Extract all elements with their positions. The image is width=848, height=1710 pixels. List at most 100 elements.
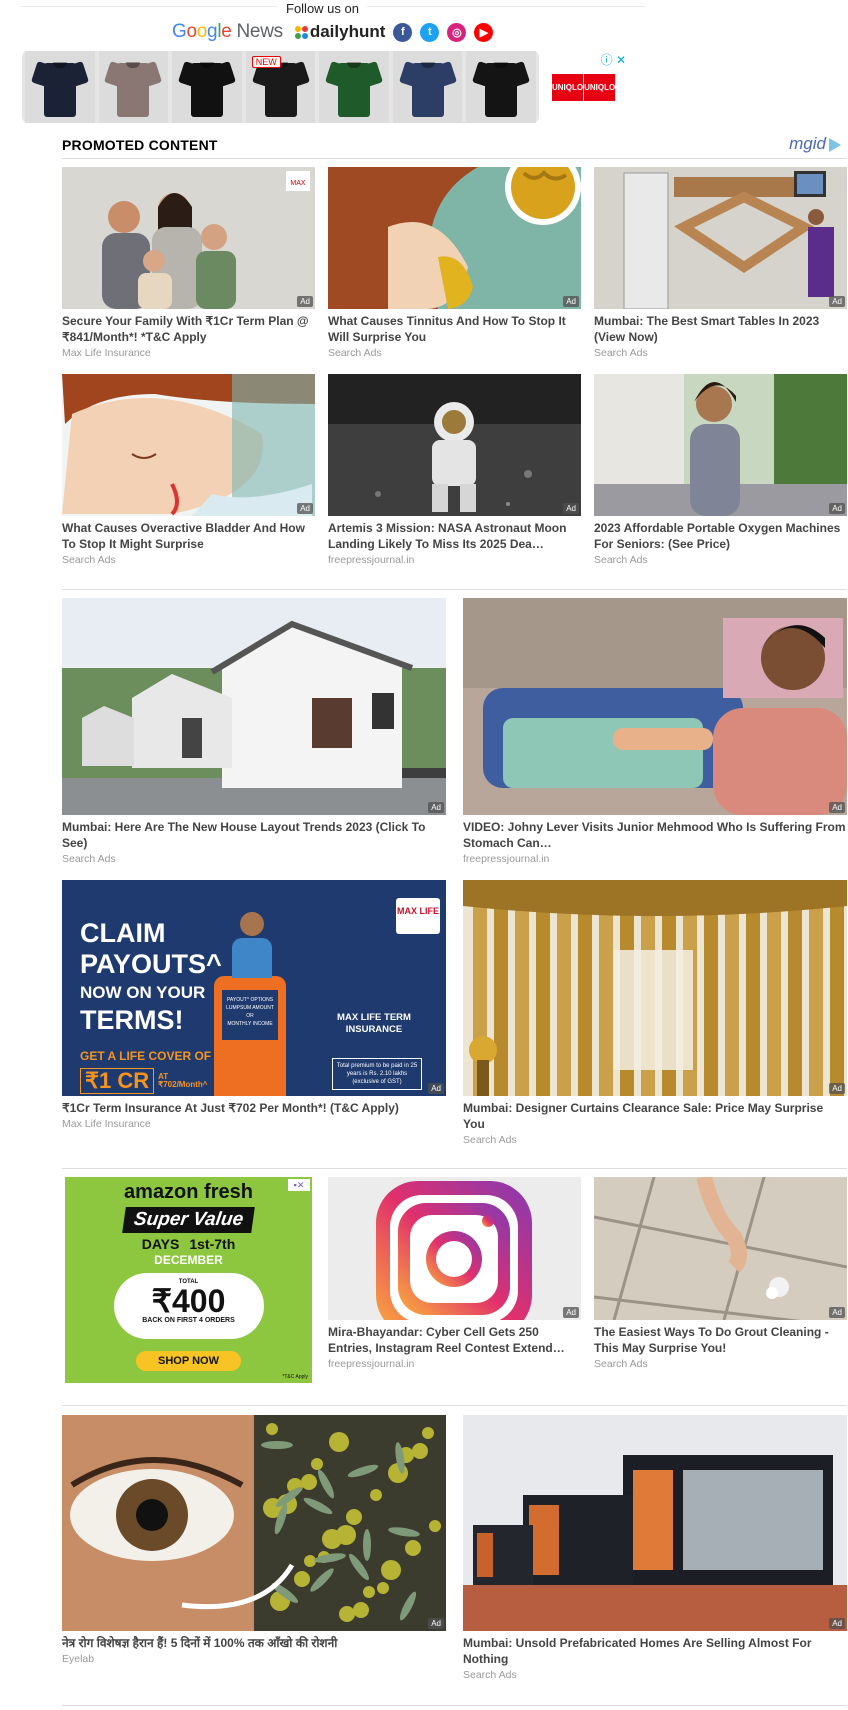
- mgid-logo[interactable]: mgid: [789, 134, 841, 154]
- promoted-card-image[interactable]: Ad: [328, 374, 581, 516]
- promoted-card-source: freepressjournal.in: [328, 554, 415, 566]
- promoted-card-source: Max Life Insurance: [62, 347, 151, 359]
- promoted-card-title[interactable]: The Easiest Ways To Do Grout Cleaning - …: [594, 1324, 847, 1356]
- promoted-card-title[interactable]: ₹1Cr Term Insurance At Just ₹702 Per Mon…: [62, 1100, 446, 1116]
- promoted-card-title[interactable]: Mumbai: The Best Smart Tables In 2023 (V…: [594, 313, 847, 345]
- promoted-card-source: Max Life Insurance: [62, 1118, 151, 1130]
- promoted-card-image[interactable]: Ad: [62, 374, 315, 516]
- twitter-icon[interactable]: t: [420, 22, 440, 42]
- banner-shirt-image[interactable]: [25, 51, 95, 123]
- amazon-brand: amazon fresh: [124, 1181, 253, 1203]
- banner-products: NEW: [22, 51, 539, 123]
- uniqlo-banner-ad[interactable]: NEW ⓘ ✕ UNI QLO UNI QLO: [22, 51, 626, 123]
- amazon-headline: Super Value: [122, 1207, 255, 1233]
- banner-shirt-image[interactable]: [392, 51, 463, 123]
- google-news-link[interactable]: Google News: [172, 21, 283, 43]
- follow-links: Google News dailyhunt f t ◎ ▶: [172, 20, 494, 44]
- promoted-card-source: Eyelab: [62, 1653, 95, 1665]
- promoted-card-image[interactable]: Ad: [463, 598, 847, 815]
- promoted-card-title[interactable]: Mira-Bhayandar: Cyber Cell Gets 250 Entr…: [328, 1324, 581, 1356]
- promoted-card-image[interactable]: Ad: [594, 1177, 847, 1320]
- amazon-month: DECEMBER: [154, 1253, 223, 1267]
- claim-product: MAX LIFE TERM INSURANCE: [337, 1012, 411, 1035]
- promoted-card[interactable]: Ad Mumbai: The Best Smart Tables In 2023 …: [594, 167, 847, 359]
- amazon-fresh-creative: amazon fresh Super Value DAYS 1st-7th DE…: [65, 1177, 312, 1383]
- promoted-card[interactable]: Ad What Causes Overactive Bladder And How…: [62, 374, 315, 566]
- banner-shirt-image[interactable]: [172, 51, 242, 123]
- ad-badge: Ad: [428, 1618, 444, 1629]
- ad-badge: Ad: [428, 1083, 444, 1094]
- promoted-card-image[interactable]: CLAIM PAYOUTS^ NOW ON YOUR TERMS! GET A …: [62, 880, 446, 1096]
- dailyhunt-icon: [294, 25, 308, 39]
- promoted-card-title[interactable]: नेत्र रोग विशेषज्ञ हैरान हैं! 5 दिनों मे…: [62, 1635, 446, 1651]
- promoted-card-source: Search Ads: [594, 554, 648, 566]
- promoted-card[interactable]: CLAIM PAYOUTS^ NOW ON YOUR TERMS! GET A …: [62, 880, 446, 1130]
- promoted-card[interactable]: Ad VIDEO: Johny Lever Visits Junior Mehmo…: [463, 598, 847, 865]
- ad-badge: Ad: [829, 1083, 845, 1094]
- dailyhunt-link[interactable]: dailyhunt: [294, 22, 385, 42]
- promoted-card-image[interactable]: Ad: [594, 167, 847, 309]
- google-news-letter: o: [196, 21, 208, 42]
- banner-shirt-image[interactable]: [98, 51, 169, 123]
- promoted-card[interactable]: MAX Ad Secure Your Family With ₹1Cr Term P…: [62, 167, 315, 359]
- max-life-creative: CLAIM PAYOUTS^ NOW ON YOUR TERMS! GET A …: [62, 880, 446, 1096]
- uniqlo-logo: UNI QLO UNI QLO: [552, 74, 616, 101]
- person-graphic: [232, 912, 272, 978]
- promoted-card[interactable]: Ad 2023 Affordable Portable Oxygen Machin…: [594, 374, 847, 566]
- amazon-shop-now-button[interactable]: SHOP NOW: [136, 1351, 241, 1371]
- promoted-card-image[interactable]: Ad: [463, 1415, 847, 1631]
- amazon-back: BACK ON FIRST 4 ORDERS: [142, 1317, 235, 1324]
- promoted-card-image[interactable]: Ad: [62, 1415, 446, 1631]
- claim-note: Total premium to be paid in 25 years is …: [332, 1058, 422, 1090]
- promoted-card[interactable]: Ad Artemis 3 Mission: NASA Astronaut Moon…: [328, 374, 581, 566]
- youtube-icon[interactable]: ▶: [474, 22, 494, 42]
- adchoices-icon[interactable]: ⓘ ✕: [601, 51, 626, 68]
- promoted-content-header: PROMOTED CONTENT mgid: [62, 134, 847, 159]
- claim-line: TERMS!: [80, 1005, 184, 1035]
- max-life-logo: MAX LIFE: [396, 898, 440, 934]
- banner-shirt-image[interactable]: [319, 51, 389, 123]
- google-news-letter: g: [207, 21, 218, 42]
- banner-shirt-image[interactable]: [466, 51, 537, 123]
- promoted-card[interactable]: Ad The Easiest Ways To Do Grout Cleaning …: [594, 1177, 847, 1370]
- promoted-card-title[interactable]: What Causes Tinnitus And How To Stop It …: [328, 313, 581, 345]
- promoted-card-title[interactable]: Mumbai: Designer Curtains Clearance Sale…: [463, 1100, 847, 1132]
- promoted-card-source: Search Ads: [594, 347, 648, 359]
- promoted-card-source: Search Ads: [463, 1134, 517, 1146]
- promoted-card-title[interactable]: What Causes Overactive Bladder And How T…: [62, 520, 315, 552]
- promoted-card[interactable]: Ad नेत्र रोग विशेषज्ञ हैरान हैं! 5 दिनों …: [62, 1415, 446, 1665]
- promoted-card-title[interactable]: Secure Your Family With ₹1Cr Term Plan @…: [62, 313, 315, 345]
- promoted-card-image[interactable]: amazon fresh Super Value DAYS 1st-7th DE…: [62, 1177, 315, 1383]
- banner-shirt-image[interactable]: NEW: [245, 51, 316, 123]
- promoted-card-title[interactable]: Artemis 3 Mission: NASA Astronaut Moon L…: [328, 520, 581, 552]
- promoted-card-title[interactable]: Mumbai: Unsold Prefabricated Homes Are S…: [463, 1635, 847, 1667]
- promoted-card[interactable]: Ad What Causes Tinnitus And How To Stop I…: [328, 167, 581, 359]
- ad-badge: Ad: [563, 1307, 579, 1318]
- promoted-card-image[interactable]: Ad: [328, 1177, 581, 1320]
- promoted-card-image[interactable]: Ad: [62, 598, 446, 815]
- promoted-card-image[interactable]: MAX Ad: [62, 167, 315, 309]
- promoted-card[interactable]: Ad Mumbai: Designer Curtains Clearance Sa…: [463, 880, 847, 1146]
- claim-line: PAYOUTS^: [80, 949, 222, 979]
- ad-close-icon[interactable]: ▪✕: [288, 1179, 310, 1191]
- google-news-letter: e: [221, 21, 232, 42]
- facebook-icon[interactable]: f: [393, 22, 413, 42]
- promoted-card-image[interactable]: Ad: [463, 880, 847, 1096]
- claim-cover: GET A LIFE COVER OF: [80, 1049, 212, 1063]
- ad-badge: Ad: [563, 296, 579, 307]
- claim-amount: ₹1 CR: [80, 1068, 155, 1094]
- promoted-card[interactable]: Ad Mumbai: Unsold Prefabricated Homes Are…: [463, 1415, 847, 1681]
- promoted-card[interactable]: amazon fresh Super Value DAYS 1st-7th DE…: [62, 1177, 315, 1383]
- promoted-card[interactable]: Ad Mira-Bhayandar: Cyber Cell Gets 250 En…: [328, 1177, 581, 1370]
- ad-badge: Ad: [297, 296, 313, 307]
- section-divider: [62, 589, 847, 590]
- promoted-card-title[interactable]: 2023 Affordable Portable Oxygen Machines…: [594, 520, 847, 552]
- instagram-icon[interactable]: ◎: [447, 22, 467, 42]
- promoted-card-source: Search Ads: [463, 1669, 517, 1681]
- promoted-card-title[interactable]: VIDEO: Johny Lever Visits Junior Mehmood…: [463, 819, 847, 851]
- promoted-card[interactable]: Ad Mumbai: Here Are The New House Layout …: [62, 598, 446, 865]
- shirt-icon: [104, 59, 163, 117]
- promoted-card-title[interactable]: Mumbai: Here Are The New House Layout Tr…: [62, 819, 446, 851]
- promoted-card-image[interactable]: Ad: [328, 167, 581, 309]
- promoted-card-image[interactable]: Ad: [594, 374, 847, 516]
